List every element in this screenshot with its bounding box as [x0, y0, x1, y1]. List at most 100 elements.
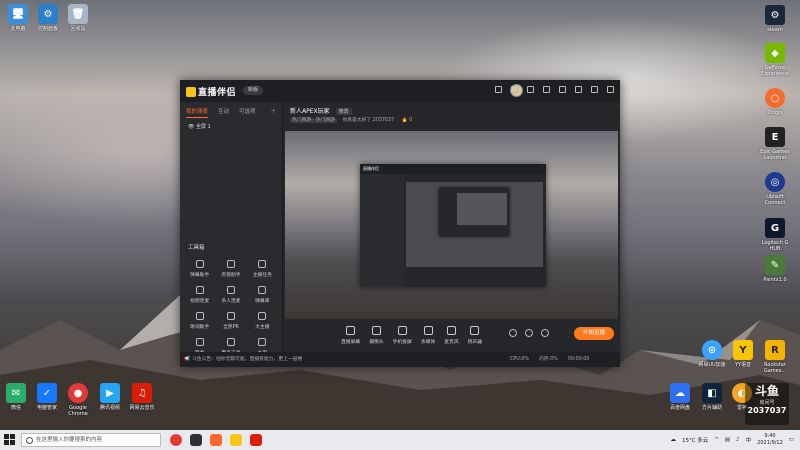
tool-multi-link[interactable]: 多人连麦	[215, 286, 246, 304]
desktop-icon-pc-manager[interactable]: ✓ 电脑管家	[32, 383, 62, 411]
tool-video-link[interactable]: 视频连麦	[184, 286, 215, 304]
weather-icon: ☁	[670, 437, 676, 443]
media-icon	[423, 325, 433, 335]
search-icon	[26, 437, 33, 444]
speaker-button[interactable]: 扬声器	[468, 325, 482, 345]
tool-lyrics[interactable]: 歌词助手	[184, 312, 215, 330]
desktop-icon-control-panel[interactable]: ⚙ 控制面板	[33, 4, 63, 32]
notification-icon[interactable]: ▭	[789, 437, 794, 443]
title-bar[interactable]: 直播伴侣 新版	[180, 80, 620, 102]
taskbar-companion-icon[interactable]	[230, 434, 242, 446]
microphone-button[interactable]: 麦克风	[444, 325, 459, 345]
desktop-icon-paint[interactable]: ✎ Paintx1.0	[760, 255, 790, 283]
eye-icon[interactable]: 👁	[188, 124, 194, 130]
cloud-icon: ☁	[670, 383, 690, 403]
tab-my-scenes[interactable]: 我的场景	[186, 107, 209, 118]
view-icon[interactable]	[525, 329, 533, 337]
watermark-room-id: 2037037	[747, 406, 787, 415]
desktop-icon-logitech[interactable]: G Logitech G HUB	[760, 218, 790, 252]
record-icon[interactable]	[509, 329, 517, 337]
computer-icon: 🖥	[8, 4, 28, 24]
volume-icon[interactable]: ♪	[736, 437, 740, 443]
toolbox-title: 工具箱	[188, 245, 205, 251]
douyu-watermark: 斗鱼 房间号 2037037	[745, 383, 789, 425]
phone-cast-button[interactable]: 手机投屏	[393, 325, 412, 345]
stream-title: 新人APEX玩家 修改	[290, 106, 352, 115]
lock-icon[interactable]	[527, 86, 534, 93]
memory-stat: 内存:0%	[538, 357, 558, 362]
input-language[interactable]: 中	[746, 436, 752, 444]
tool-danmu-assistant[interactable]: 弹幕助手	[184, 260, 215, 278]
screen-capture-button[interactable]: 直播屏幕	[341, 325, 360, 345]
uu-accelerator-icon: ⊙	[702, 340, 722, 360]
tool-big-anchor[interactable]: 大主播	[247, 312, 278, 330]
taskbar-music-icon[interactable]	[250, 434, 262, 446]
watermark-brand: 斗鱼	[754, 384, 779, 398]
clock[interactable]: 9:40 2021/9/12	[757, 433, 783, 447]
tool-room-manager[interactable]: 房管助手	[215, 260, 246, 278]
paint-icon: ✎	[765, 255, 785, 275]
nested-preview	[406, 182, 543, 267]
version-badge[interactable]: 新版	[243, 86, 264, 95]
tool-pk[interactable]: 全民PK	[215, 312, 246, 330]
gift-icon[interactable]	[511, 86, 518, 93]
weather[interactable]: 15°C 多云	[682, 436, 708, 444]
taskbar-live-app-icon[interactable]	[210, 434, 222, 446]
desktop-icon-netease-music[interactable]: ♫ 网易云音乐	[127, 383, 157, 411]
stream-preview[interactable]: 直播伴侣	[285, 131, 618, 319]
desktop-icon-this-pc[interactable]: 🖥 此电脑	[3, 4, 33, 32]
tab-interaction[interactable]: 互动	[218, 107, 229, 118]
bell-icon[interactable]	[543, 86, 550, 93]
room-info: 你真是太好了 2037037	[342, 118, 395, 123]
desktop-icon-yy[interactable]: Y YY语音	[728, 340, 758, 368]
camera-button[interactable]: 摄像头	[369, 325, 384, 345]
settings-icon[interactable]	[541, 329, 549, 337]
tray-arrow-icon[interactable]: ^	[714, 437, 719, 443]
add-tab-icon[interactable]: ＋	[270, 107, 276, 118]
message-icon[interactable]	[495, 86, 502, 93]
desktop-icon-chrome[interactable]: ● Google Chrome	[63, 383, 93, 417]
home-icon	[258, 338, 267, 346]
windows-start-icon[interactable]	[4, 434, 16, 446]
edit-title-button[interactable]: 修改	[335, 108, 352, 115]
desktop: 🖥 此电脑 ⚙ 控制面板 🗑 回收站 ⚙ steam ◆ GeForce Exp…	[0, 0, 800, 430]
download-icon	[258, 312, 267, 320]
left-tabs: 我的场景 互动 可选项 ＋	[180, 102, 282, 118]
multimedia-button[interactable]: 多媒体	[421, 325, 435, 345]
minimize-icon[interactable]	[575, 86, 582, 93]
taskbar-folder-icon[interactable]	[190, 434, 202, 446]
share-icon[interactable]	[559, 86, 566, 93]
app-logo: 直播伴侣	[186, 85, 236, 98]
start-live-button[interactable]: 开始直播	[574, 327, 614, 340]
desktop-icon-rockstar[interactable]: R Rockstar Games...	[760, 340, 790, 374]
scene-item[interactable]: 👁 全屏 1	[180, 118, 282, 135]
nested-preview-2	[457, 193, 507, 225]
maximize-icon[interactable]	[591, 86, 598, 93]
taskbar-search[interactable]: 在这里输入你要搜索的内容	[21, 433, 161, 447]
recycle-bin-icon: 🗑	[68, 4, 88, 24]
tool-danmu-library[interactable]: 弹幕库	[247, 286, 278, 304]
desktop-icon-geforce[interactable]: ◆ GeForce Experience	[760, 43, 790, 77]
desktop-icon-origin[interactable]: ○ Origin	[760, 88, 790, 116]
network-icon[interactable]: ▤	[725, 437, 730, 443]
library-icon	[258, 286, 267, 294]
announcement-icon: 📢	[184, 357, 190, 362]
desktop-icon-wechat[interactable]: ✉ 微信	[1, 383, 31, 411]
desktop-icon-uu[interactable]: ⊙ 网易UU加速	[697, 340, 727, 368]
play-icon: ▶	[100, 383, 120, 403]
tab-options[interactable]: 可选项	[239, 107, 256, 118]
desktop-icon-steam[interactable]: ⚙ steam	[760, 5, 790, 33]
desktop-icon-baidu-pan[interactable]: ☁ 百度网盘	[665, 383, 695, 411]
user-icon	[226, 260, 235, 268]
status-message[interactable]: 斗鱼公告：他你无聊可能，直播有能力，更上一层楼	[192, 352, 302, 367]
desktop-icon-fangpian[interactable]: ◧ 方片辅助	[697, 383, 727, 411]
category-tag[interactable]: 热门网游 · 热门网游	[290, 118, 337, 123]
desktop-icon-recycle-bin[interactable]: 🗑 回收站	[63, 4, 93, 32]
desktop-icon-epic[interactable]: E Epic Games Launcher	[760, 127, 790, 161]
taskbar-chrome-icon[interactable]	[170, 434, 182, 446]
close-icon[interactable]	[607, 86, 614, 93]
desktop-icon-tencent-video[interactable]: ▶ 腾讯视频	[95, 383, 125, 411]
phone-icon	[397, 325, 407, 335]
tool-tasks[interactable]: 主播任务	[247, 260, 278, 278]
desktop-icon-ubisoft[interactable]: ◎ Ubisoft Connect	[760, 172, 790, 206]
